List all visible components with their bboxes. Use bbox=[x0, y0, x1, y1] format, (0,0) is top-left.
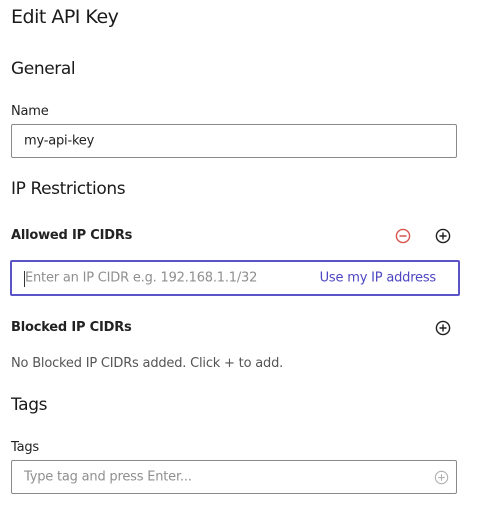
add-tag-button[interactable] bbox=[433, 469, 449, 485]
add-blocked-cidr-button[interactable] bbox=[434, 319, 452, 337]
tags-input-placeholder: Type tag and press Enter... bbox=[24, 469, 192, 485]
plus-circle-icon bbox=[435, 320, 451, 336]
plus-circle-icon bbox=[434, 470, 448, 484]
general-heading: General bbox=[11, 59, 76, 79]
edit-api-key-page: Edit API Key General Name my-api-key IP … bbox=[0, 0, 478, 506]
ip-restrictions-heading: IP Restrictions bbox=[11, 179, 126, 199]
remove-allowed-cidr-button[interactable] bbox=[394, 227, 412, 245]
page-title: Edit API Key bbox=[11, 6, 119, 28]
blocked-ip-cidrs-label: Blocked IP CIDRs bbox=[11, 320, 132, 335]
use-my-ip-address-link[interactable]: Use my IP address bbox=[320, 271, 437, 286]
add-allowed-cidr-button[interactable] bbox=[434, 227, 452, 245]
tags-heading: Tags bbox=[11, 395, 48, 415]
allowed-ip-cidr-input[interactable]: Enter an IP CIDR e.g. 192.168.1.1/32 Use… bbox=[10, 260, 460, 296]
allowed-ip-cidr-placeholder: Enter an IP CIDR e.g. 192.168.1.1/32 bbox=[25, 270, 258, 286]
tags-input[interactable]: Type tag and press Enter... bbox=[11, 460, 457, 494]
tags-label: Tags bbox=[11, 440, 39, 455]
minus-circle-icon bbox=[395, 228, 411, 244]
name-input[interactable]: my-api-key bbox=[11, 124, 457, 158]
name-input-value: my-api-key bbox=[24, 133, 95, 149]
allowed-ip-cidrs-label: Allowed IP CIDRs bbox=[11, 228, 133, 243]
plus-circle-icon bbox=[435, 228, 451, 244]
blocked-cidrs-empty-text: No Blocked IP CIDRs added. Click + to ad… bbox=[11, 356, 284, 371]
name-label: Name bbox=[11, 104, 49, 119]
